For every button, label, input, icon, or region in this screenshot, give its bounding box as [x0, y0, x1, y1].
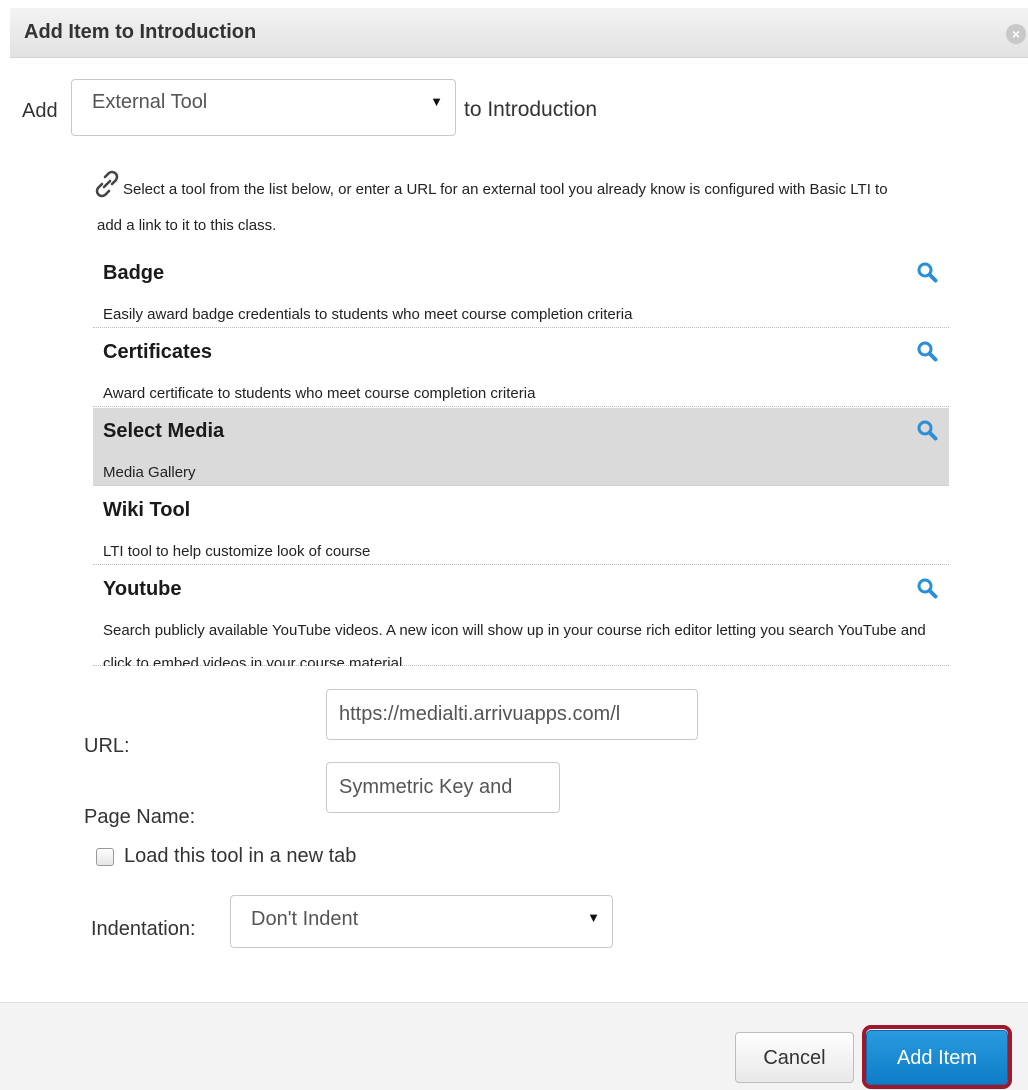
indentation-value: Don't Indent [251, 908, 359, 930]
search-icon[interactable] [916, 261, 938, 283]
tool-name: Badge [103, 262, 165, 284]
tool-name: Certificates [103, 341, 212, 363]
tool-description: Media Gallery [103, 464, 196, 481]
tool-description: LTI tool to help customize look of cours… [103, 543, 371, 560]
search-icon[interactable] [916, 340, 938, 362]
search-icon[interactable] [916, 577, 938, 599]
dropdown-arrow-icon: ▼ [587, 910, 600, 925]
tool-description: Award certificate to students who meet c… [103, 385, 536, 402]
cancel-button[interactable]: Cancel [735, 1032, 854, 1083]
tool-item-youtube[interactable]: Youtube Search publicly available YouTube… [93, 566, 949, 666]
tool-item-wiki-tool[interactable]: Wiki Tool LTI tool to help customize look… [93, 487, 949, 565]
page-name-input[interactable] [326, 762, 560, 813]
url-input[interactable] [326, 689, 698, 740]
close-icon[interactable]: × [1006, 24, 1026, 44]
indentation-select[interactable]: Don't Indent ▼ [230, 895, 613, 948]
dialog-title: Add Item to Introduction [24, 21, 257, 43]
dialog-title-bar: Add Item to Introduction [10, 8, 1028, 58]
new-tab-label: Load this tool in a new tab [124, 845, 357, 867]
tool-description: Easily award badge credentials to studen… [103, 306, 633, 323]
tool-list: Badge Easily award badge credentials to s… [93, 250, 949, 666]
tool-description: Search publicly available YouTube videos… [103, 622, 926, 666]
tool-instructions: Select a tool from the list below, or en… [97, 181, 888, 234]
tool-item-certificates[interactable]: Certificates Award certificate to student… [93, 329, 949, 407]
new-tab-checkbox[interactable] [96, 848, 114, 866]
add-item-button[interactable]: Add Item [866, 1030, 1008, 1085]
item-type-value: External Tool [92, 91, 208, 113]
indentation-label: Indentation: [91, 918, 196, 940]
url-label: URL: [84, 735, 130, 757]
item-type-select[interactable]: External Tool ▼ [71, 79, 456, 136]
add-suffix-label: to Introduction [464, 98, 598, 121]
search-icon[interactable] [916, 419, 938, 441]
tool-item-select-media[interactable]: Select Media Media Gallery [93, 408, 949, 486]
tool-name: Select Media [103, 420, 225, 442]
add-prefix-label: Add [22, 100, 58, 122]
tool-name: Wiki Tool [103, 499, 191, 521]
tool-item-badge[interactable]: Badge Easily award badge credentials to s… [93, 250, 949, 328]
add-item-dialog: Add Item to Introduction × Add External … [0, 0, 1028, 1090]
dropdown-arrow-icon: ▼ [430, 94, 443, 109]
tool-name: Youtube [103, 578, 182, 600]
dialog-footer: Cancel Add Item [0, 1002, 1028, 1090]
page-name-label: Page Name: [84, 806, 196, 828]
